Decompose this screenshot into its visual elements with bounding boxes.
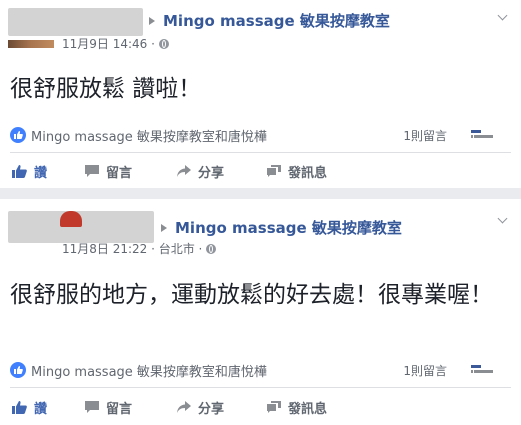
like-badge-icon [10,127,26,143]
share-icon [177,401,191,413]
comment-count[interactable]: 1則留言 [403,127,447,144]
feed-post: Mingo massage 敏果按摩教室 11月8日 21:22 · 台北市 ·… [0,199,521,425]
comment-icon [85,165,99,177]
timestamp-link[interactable]: 11月8日 21:22 · 台北市 · [62,242,202,256]
reaction-names[interactable]: Mingo massage 敏果按摩教室和唐悅樺 [31,361,267,380]
comment-button[interactable]: 留言 [84,396,132,418]
chevron-down-icon[interactable] [497,215,507,225]
like-button[interactable]: 讚 [12,160,47,182]
send-message-button[interactable]: 發訊息 [266,160,327,182]
globe-icon [158,39,169,49]
action-bar: 讚 留言 分享 發訊息 [0,160,521,182]
comment-label: 留言 [106,165,133,181]
reactions-bar: Mingo massage 敏果按摩教室和唐悅樺 1則留言 [10,125,511,145]
share-label: 分享 [198,165,225,181]
caret-right-icon [161,224,167,232]
send-message-button[interactable]: 發訊息 [266,396,327,418]
comment-count[interactable]: 1則留言 [403,362,447,379]
message-icon [267,165,281,177]
thumbs-up-icon [12,165,27,178]
comment-label: 留言 [106,401,133,417]
chevron-down-icon[interactable] [497,12,507,22]
post-text: 很舒服放鬆 讚啦！ [10,76,202,102]
thumbs-up-icon [12,401,27,414]
share-icon [177,165,191,177]
page-name-link[interactable]: Mingo massage 敏果按摩教室 [175,219,402,237]
redacted-name-block [8,8,143,36]
avatar[interactable] [60,211,82,227]
page-avatar-icon [471,365,493,375]
like-label: 讚 [34,165,48,181]
post-meta: 11月9日 14:46 · [62,37,169,51]
share-button[interactable]: 分享 [176,396,224,418]
avatar[interactable] [8,40,54,48]
reaction-names[interactable]: Mingo massage 敏果按摩教室和唐悅樺 [31,126,267,145]
share-button[interactable]: 分享 [176,160,224,182]
share-label: 分享 [198,401,225,417]
divider [10,387,511,388]
like-button[interactable]: 讚 [12,396,47,418]
page-avatar-icon [471,130,493,140]
message-label: 發訊息 [288,165,328,181]
post-text: 很舒服的地方，運動放鬆的好去處！很專業喔！ [10,282,493,308]
caret-right-icon [149,17,155,25]
timestamp-link[interactable]: 11月9日 14:46 · [62,37,155,51]
page-name-link[interactable]: Mingo massage 敏果按摩教室 [163,12,390,30]
message-label: 發訊息 [288,401,328,417]
reactions-bar: Mingo massage 敏果按摩教室和唐悅樺 1則留言 [10,360,511,380]
like-badge-icon [10,362,26,378]
like-label: 讚 [34,401,48,417]
message-icon [267,401,281,413]
comment-button[interactable]: 留言 [84,160,132,182]
action-bar: 讚 留言 分享 發訊息 [0,396,521,418]
globe-icon [206,244,217,254]
post-meta: 11月8日 21:22 · 台北市 · [62,242,217,256]
divider [10,152,511,153]
feed-post: Mingo massage 敏果按摩教室 11月9日 14:46 · 很舒服放鬆… [0,0,521,188]
comment-icon [85,401,99,413]
